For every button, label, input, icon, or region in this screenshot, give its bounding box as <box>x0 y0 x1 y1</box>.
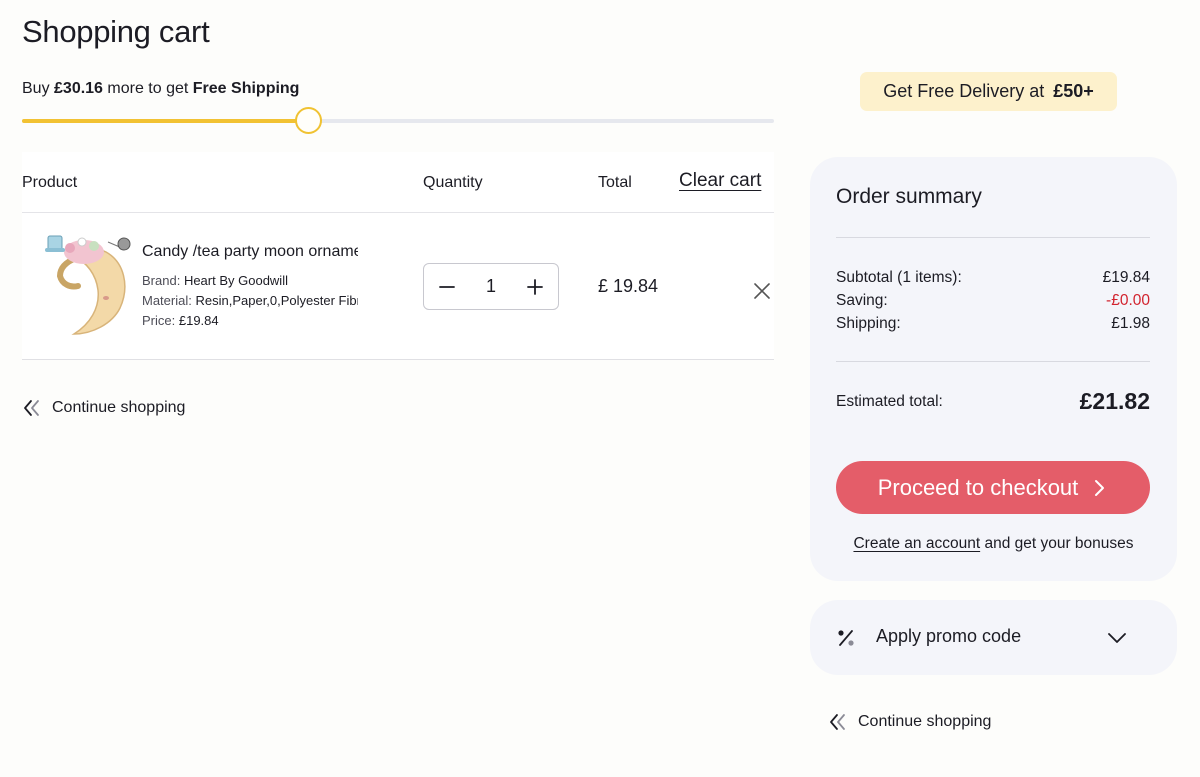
price-value: £19.84 <box>178 313 219 328</box>
free-delivery-badge: Get Free Delivery at £50+ <box>860 72 1117 111</box>
cart-table: Product Quantity Total Clear cart Candy … <box>22 152 774 360</box>
percent-icon <box>838 630 854 646</box>
delivery-badge-text: Get Free Delivery at <box>883 81 1045 101</box>
create-account-link[interactable]: Create an account <box>853 535 980 552</box>
shipping-row: Shipping: £1.98 <box>836 315 1150 333</box>
product-price: Price: £19.84 <box>142 313 358 328</box>
saving-value: -£0.00 <box>1106 292 1150 309</box>
line-total: £ 19.84 <box>598 276 659 296</box>
product-material: Material: Resin,Paper,0,Polyester Fibre <box>142 293 358 308</box>
order-summary-card: Order summary Subtotal (1 items): £19.84… <box>810 157 1177 581</box>
shipping-value: £1.98 <box>1111 315 1150 332</box>
header-product: Product <box>22 174 78 191</box>
shipping-amount: £30.16 <box>54 80 103 97</box>
price-label: Price: <box>142 313 176 328</box>
row-divider <box>22 212 774 213</box>
plus-icon <box>527 278 543 295</box>
summary-divider <box>836 361 1150 362</box>
estimated-total-row: Estimated total: £21.82 <box>836 388 1150 415</box>
continue-shopping-label: Continue shopping <box>858 713 992 730</box>
product-name[interactable]: Candy /tea party moon ornament <box>142 243 358 261</box>
material-value: Resin,Paper,0,Polyester Fibre <box>195 293 358 308</box>
estimated-total-label: Estimated total: <box>836 392 943 410</box>
decrease-quantity-button[interactable] <box>436 276 458 298</box>
checkout-label: Proceed to checkout <box>877 474 1079 500</box>
order-summary-title: Order summary <box>836 185 982 208</box>
proceed-to-checkout-button[interactable]: Proceed to checkout <box>836 461 1150 514</box>
shipping-label: Shipping: <box>836 315 901 332</box>
estimated-total-value: £21.82 <box>1079 388 1150 414</box>
shipping-target: Free Shipping <box>192 80 300 97</box>
subtotal-value: £19.84 <box>1102 269 1150 286</box>
double-chevron-left-icon <box>830 714 845 730</box>
brand-value: Heart By Goodwill <box>183 273 288 288</box>
continue-shopping-link-sidebar[interactable]: Continue shopping <box>828 712 991 732</box>
account-bonus-text: and get your bonuses <box>980 535 1134 552</box>
remove-item-button[interactable] <box>751 280 773 302</box>
shipping-middle: more to get <box>102 80 193 97</box>
brand-label: Brand: <box>142 273 181 288</box>
create-account-line: Create an account and get your bonuses <box>810 535 1177 553</box>
page-title: Shopping cart <box>22 14 210 49</box>
progress-fill <box>22 119 308 123</box>
saving-row: Saving: -£0.00 <box>836 292 1150 310</box>
clear-cart-link[interactable]: Clear cart <box>679 170 761 192</box>
increase-quantity-button[interactable] <box>524 276 546 298</box>
quantity-value[interactable]: 1 <box>486 276 496 297</box>
chevron-right-icon <box>1095 479 1105 496</box>
double-chevron-left-icon <box>24 400 39 416</box>
continue-shopping-link[interactable]: Continue shopping <box>22 398 185 418</box>
header-total: Total <box>598 174 632 191</box>
row-divider <box>22 359 774 360</box>
saving-label: Saving: <box>836 292 888 309</box>
header-quantity: Quantity <box>423 174 483 191</box>
close-icon <box>754 283 770 299</box>
shipping-prefix: Buy <box>22 80 55 97</box>
progress-knob <box>294 107 322 134</box>
free-shipping-message: Buy £30.16 more to get Free Shipping <box>22 80 299 98</box>
product-brand: Brand: Heart By Goodwill <box>142 273 358 288</box>
subtotal-label: Subtotal (1 items): <box>836 269 962 286</box>
quantity-stepper: 1 <box>423 263 559 310</box>
minus-icon <box>439 285 455 288</box>
delivery-badge-amount: £50+ <box>1053 81 1094 101</box>
material-label: Material: <box>142 293 192 308</box>
apply-promo-code-toggle[interactable]: Apply promo code <box>810 600 1177 675</box>
product-image[interactable] <box>36 228 134 338</box>
chevron-down-icon <box>1108 633 1126 643</box>
subtotal-row: Subtotal (1 items): £19.84 <box>836 269 1150 287</box>
continue-shopping-label: Continue shopping <box>52 399 186 416</box>
promo-code-label: Apply promo code <box>876 626 1022 646</box>
free-shipping-progress <box>22 107 774 134</box>
summary-divider <box>836 237 1150 238</box>
